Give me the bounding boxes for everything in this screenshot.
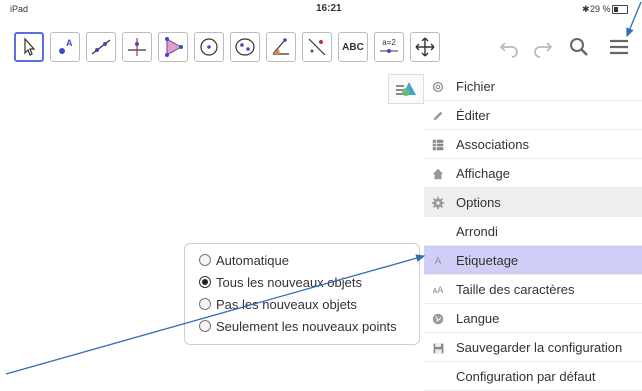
cursor-arrow-icon (24, 37, 36, 56)
circle-icon (200, 38, 218, 56)
menu-item-options[interactable]: Options (424, 188, 642, 217)
menu-item-label: Associations (456, 137, 529, 152)
slider-tool[interactable]: a=2 (374, 32, 404, 62)
line-tool[interactable] (86, 32, 116, 62)
battery-level: 29 % (590, 4, 611, 14)
radio-button[interactable] (199, 254, 211, 266)
menu-item-taille-caracteres[interactable]: ᴀA Taille des caractères (424, 275, 642, 304)
text-tool-label: ABC (342, 41, 364, 53)
toolbar: A ABC a=2 (0, 30, 642, 64)
option-label: Automatique (216, 253, 289, 268)
style-bar-icon (396, 82, 416, 96)
option-label: Seulement les nouveaux points (216, 319, 397, 334)
text-tool[interactable]: ABC (338, 32, 368, 62)
perpendicular-tool[interactable] (122, 32, 152, 62)
gear-outline-icon (430, 79, 446, 95)
menu-item-label: Fichier (456, 79, 496, 94)
menu-item-label: Options (456, 195, 501, 210)
main-menu: Fichier Éditer Associations Affichage Op… (424, 72, 642, 391)
angle-tool[interactable] (266, 32, 296, 62)
angle-icon (272, 38, 289, 55)
font-size-icon: ᴀA (432, 285, 444, 295)
move-graphics-tool[interactable] (410, 32, 440, 62)
point-tool[interactable]: A (50, 32, 80, 62)
menu-item-label: Affichage (456, 166, 510, 181)
undo-icon (499, 42, 518, 58)
labeling-popup: Automatique Tous les nouveaux objets Pas… (184, 243, 420, 345)
bluetooth-icon: ✱ (582, 4, 590, 14)
device-name: iPad (10, 4, 29, 14)
ellipse-tool[interactable] (230, 32, 260, 62)
label-A-icon: A (434, 255, 442, 267)
reflect-tool[interactable] (302, 32, 332, 62)
menu-item-label: Éditer (456, 108, 490, 123)
line-icon (91, 39, 111, 55)
menu-item-affichage[interactable]: Affichage (424, 159, 642, 188)
main-menu-button[interactable] (604, 32, 634, 62)
redo-icon (534, 42, 553, 58)
hamburger-icon (610, 39, 628, 55)
pencil-icon (430, 108, 446, 124)
house-icon (430, 166, 446, 182)
menu-item-label: Etiquetage (456, 253, 519, 268)
radio-button[interactable] (199, 298, 211, 310)
slider-tool-label: a=2 (382, 38, 396, 47)
four-arrows-icon (415, 37, 435, 57)
menu-item-label: Arrondi (456, 224, 498, 239)
search-icon (570, 38, 588, 56)
search-button[interactable] (564, 32, 594, 62)
radio-button-selected[interactable] (199, 276, 211, 288)
move-tool[interactable] (14, 32, 44, 62)
menu-item-langue[interactable]: Langue (424, 304, 642, 333)
menu-item-editer[interactable]: Éditer (424, 101, 642, 130)
menu-item-sauvegarder-config[interactable]: Sauvegarder la configuration (424, 333, 642, 362)
reflect-icon (308, 38, 326, 56)
menu-item-label: Langue (456, 311, 500, 326)
redo-button[interactable] (528, 32, 558, 62)
ellipse-icon (235, 38, 255, 56)
undo-button[interactable] (494, 32, 524, 62)
menu-item-associations[interactable]: Associations (424, 130, 642, 159)
menu-item-etiquetage[interactable]: A Etiquetage (424, 246, 642, 275)
table-grid-icon (430, 137, 446, 153)
slider-icon: a=2 (379, 39, 399, 55)
menu-item-label: Sauvegarder la configuration (456, 340, 623, 355)
option-label: Tous les nouveaux objets (216, 275, 362, 290)
clock: 16:21 (316, 3, 342, 14)
menu-item-arrondi[interactable]: Arrondi (424, 217, 642, 246)
battery-icon (612, 5, 628, 14)
menu-item-config-defaut[interactable]: Configuration par défaut (424, 362, 642, 391)
svg-text:A: A (66, 38, 73, 48)
radio-button[interactable] (199, 320, 211, 332)
option-label: Pas les nouveaux objets (216, 297, 357, 312)
globe-icon (430, 311, 446, 327)
polygon-icon (165, 37, 183, 57)
point-A-icon: A (59, 38, 73, 54)
polygon-tool[interactable] (158, 32, 188, 62)
menu-item-fichier[interactable]: Fichier (424, 72, 642, 101)
status-bar: iPad 16:21 ✱ 29 % (0, 0, 642, 18)
style-bar-toggle[interactable] (388, 74, 424, 104)
perpendicular-icon (128, 38, 146, 56)
floppy-disk-icon (430, 340, 446, 356)
circle-tool[interactable] (194, 32, 224, 62)
menu-item-label: Taille des caractères (456, 282, 575, 297)
menu-item-label: Configuration par défaut (456, 369, 596, 384)
gear-icon (430, 195, 446, 211)
